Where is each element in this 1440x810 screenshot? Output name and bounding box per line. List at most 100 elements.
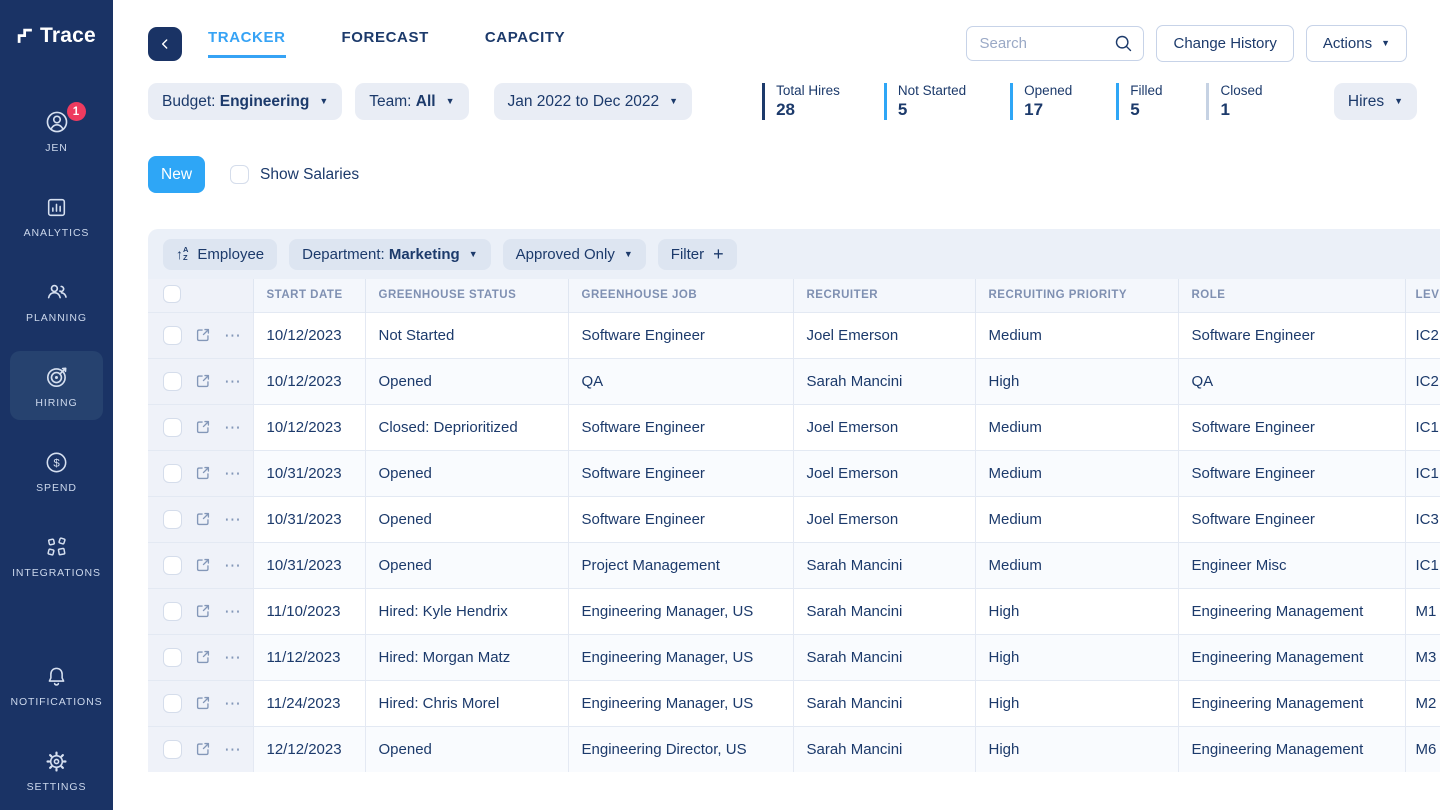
- cell-recruiting-priority: Medium: [975, 450, 1178, 496]
- cell-level: M6: [1405, 726, 1440, 772]
- external-link-icon[interactable]: [194, 648, 212, 666]
- stat-value: 5: [898, 100, 966, 120]
- add-filter-button[interactable]: Filter +: [658, 239, 737, 270]
- tab-capacity[interactable]: CAPACITY: [485, 29, 565, 58]
- external-link-icon[interactable]: [194, 740, 212, 758]
- people-icon: [44, 279, 70, 305]
- top-bar: TRACKER FORECAST CAPACITY Change History…: [148, 25, 1440, 62]
- chevron-down-icon: ▼: [1394, 97, 1403, 106]
- sort-employee-chip[interactable]: ↑AZ Employee: [163, 239, 277, 270]
- cell-role: Software Engineer: [1178, 496, 1405, 542]
- table-row: ⋯ 10/31/2023 Opened Software Engineer Jo…: [148, 450, 1440, 496]
- row-menu-icon[interactable]: ⋯: [224, 373, 242, 390]
- back-button[interactable]: [148, 27, 182, 61]
- approved-only-label: Approved Only: [516, 246, 615, 263]
- sidebar-item-spend[interactable]: $ SPEND: [10, 436, 103, 505]
- sidebar-item-settings[interactable]: SETTINGS: [10, 735, 103, 804]
- external-link-icon[interactable]: [194, 694, 212, 712]
- actions-button[interactable]: Actions ▼: [1306, 25, 1407, 62]
- actions-row: New Show Salaries: [148, 156, 1440, 193]
- stat-total-hires: Total Hires 28: [762, 83, 840, 120]
- cell-greenhouse-job: QA: [568, 358, 793, 404]
- external-link-icon[interactable]: [194, 602, 212, 620]
- row-menu-icon[interactable]: ⋯: [224, 741, 242, 758]
- row-menu-icon[interactable]: ⋯: [224, 419, 242, 436]
- row-checkbox[interactable]: [163, 418, 182, 437]
- show-salaries-toggle: Show Salaries: [230, 165, 359, 184]
- department-filter-dropdown[interactable]: Department: Marketing ▼: [289, 239, 491, 270]
- cell-recruiting-priority: High: [975, 680, 1178, 726]
- bell-icon: [44, 663, 69, 689]
- row-menu-icon[interactable]: ⋯: [224, 695, 242, 712]
- date-range-dropdown[interactable]: Jan 2022 to Dec 2022 ▼: [494, 83, 693, 120]
- filter-row: Budget: Engineering ▼ Team: All ▼ Jan 20…: [148, 83, 1440, 120]
- tab-forecast[interactable]: FORECAST: [342, 29, 429, 58]
- row-checkbox[interactable]: [163, 648, 182, 667]
- cell-recruiter: Sarah Mancini: [793, 358, 975, 404]
- external-link-icon[interactable]: [194, 556, 212, 574]
- table-toolbar: ↑AZ Employee Department: Marketing ▼ App…: [148, 229, 1440, 279]
- cell-recruiter: Sarah Mancini: [793, 588, 975, 634]
- approved-only-dropdown[interactable]: Approved Only ▼: [503, 239, 646, 270]
- cell-start-date: 11/24/2023: [253, 680, 365, 726]
- table-row: ⋯ 10/31/2023 Opened Project Management S…: [148, 542, 1440, 588]
- row-menu-icon[interactable]: ⋯: [224, 649, 242, 666]
- sidebar-item-planning[interactable]: PLANNING: [10, 266, 103, 335]
- row-menu-icon[interactable]: ⋯: [224, 557, 242, 574]
- hires-dropdown[interactable]: Hires ▼: [1334, 83, 1417, 120]
- cell-recruiter: Joel Emerson: [793, 450, 975, 496]
- row-checkbox[interactable]: [163, 602, 182, 621]
- table-row: ⋯ 11/12/2023 Hired: Morgan Matz Engineer…: [148, 634, 1440, 680]
- sidebar-item-label: NOTIFICATIONS: [10, 696, 102, 708]
- table-row: ⋯ 12/12/2023 Opened Engineering Director…: [148, 726, 1440, 772]
- brand-name: Trace: [40, 24, 96, 48]
- row-menu-icon[interactable]: ⋯: [224, 327, 242, 344]
- row-checkbox[interactable]: [163, 556, 182, 575]
- column-header-role[interactable]: ROLE: [1178, 279, 1405, 312]
- new-button[interactable]: New: [148, 156, 205, 193]
- column-header-recruiting-priority[interactable]: RECRUITING PRIORITY: [975, 279, 1178, 312]
- show-salaries-label: Show Salaries: [260, 166, 359, 184]
- row-menu-icon[interactable]: ⋯: [224, 465, 242, 482]
- cell-start-date: 10/12/2023: [253, 312, 365, 358]
- table-header-row: START DATE GREENHOUSE STATUS GREENHOUSE …: [148, 279, 1440, 312]
- column-header-level[interactable]: LEVEL: [1405, 279, 1440, 312]
- budget-filter-dropdown[interactable]: Budget: Engineering ▼: [148, 83, 342, 120]
- row-checkbox[interactable]: [163, 694, 182, 713]
- cell-level: M2: [1405, 680, 1440, 726]
- cell-recruiter: Sarah Mancini: [793, 726, 975, 772]
- sidebar-item-analytics[interactable]: ANALYTICS: [10, 181, 103, 250]
- sidebar-item-hiring[interactable]: HIRING: [10, 351, 103, 420]
- row-checkbox[interactable]: [163, 464, 182, 483]
- sidebar-item-profile[interactable]: 1 JEN: [10, 96, 103, 165]
- row-checkbox[interactable]: [163, 372, 182, 391]
- team-filter-dropdown[interactable]: Team: All ▼: [355, 83, 468, 120]
- row-controls-cell: ⋯: [148, 588, 253, 634]
- external-link-icon[interactable]: [194, 372, 212, 390]
- external-link-icon[interactable]: [194, 464, 212, 482]
- external-link-icon[interactable]: [194, 326, 212, 344]
- show-salaries-checkbox[interactable]: [230, 165, 249, 184]
- cell-level: M3: [1405, 634, 1440, 680]
- cell-recruiter: Joel Emerson: [793, 312, 975, 358]
- column-header-start-date[interactable]: START DATE: [253, 279, 365, 312]
- row-menu-icon[interactable]: ⋯: [224, 511, 242, 528]
- column-header-recruiter[interactable]: RECRUITER: [793, 279, 975, 312]
- column-header-greenhouse-job[interactable]: GREENHOUSE JOB: [568, 279, 793, 312]
- chevron-down-icon: ▼: [1381, 39, 1390, 48]
- tab-tracker[interactable]: TRACKER: [208, 29, 286, 58]
- external-link-icon[interactable]: [194, 510, 212, 528]
- sidebar-item-notifications[interactable]: NOTIFICATIONS: [10, 650, 103, 719]
- select-all-checkbox[interactable]: [163, 285, 181, 303]
- row-checkbox[interactable]: [163, 510, 182, 529]
- external-link-icon[interactable]: [194, 418, 212, 436]
- column-header-greenhouse-status[interactable]: GREENHOUSE STATUS: [365, 279, 568, 312]
- cell-start-date: 11/12/2023: [253, 634, 365, 680]
- row-menu-icon[interactable]: ⋯: [224, 603, 242, 620]
- sidebar-item-integrations[interactable]: INTEGRATIONS: [10, 521, 103, 590]
- row-checkbox[interactable]: [163, 326, 182, 345]
- change-history-button[interactable]: Change History: [1156, 25, 1293, 62]
- filter-label: Filter: [671, 246, 704, 263]
- integrations-icon: [45, 534, 69, 560]
- row-checkbox[interactable]: [163, 740, 182, 759]
